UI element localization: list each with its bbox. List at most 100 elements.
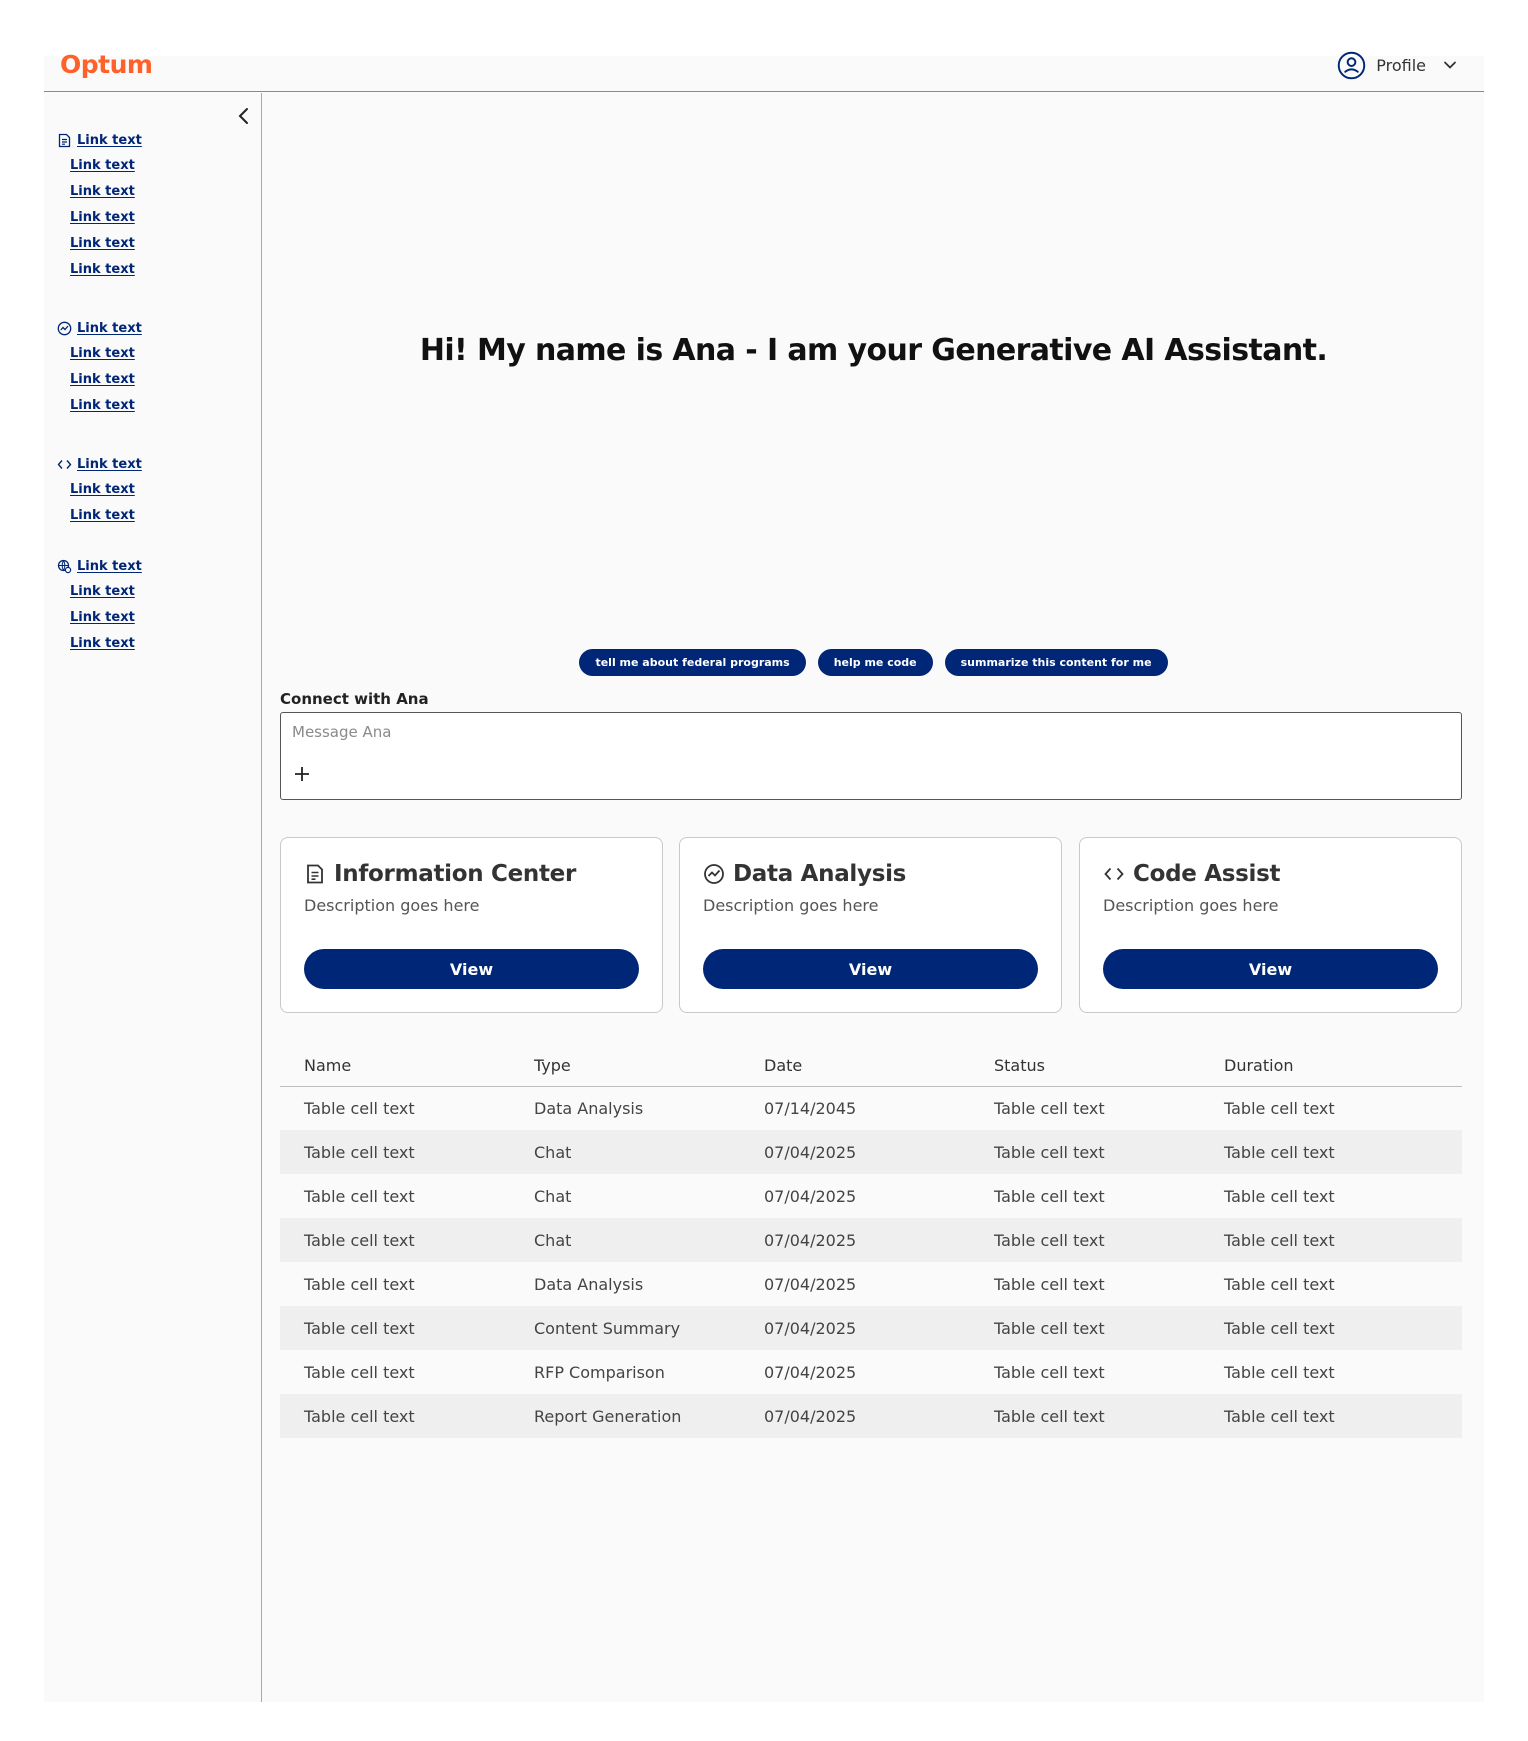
sidebar-group-link[interactable]: Link text [77,559,142,574]
table-row[interactable]: Table cell text Report Generation 07/04/… [280,1394,1462,1438]
table-cell: RFP Comparison [534,1362,665,1382]
table-cell: Table cell text [994,1274,1105,1294]
user-circle-icon [1338,51,1366,79]
message-input[interactable] [292,723,1442,741]
table-cell: Table cell text [280,1306,510,1350]
table-row[interactable]: Table cell text Data Analysis 07/04/2025… [280,1262,1462,1306]
card-description: Description goes here [703,896,879,915]
table-cell: Table cell text [280,1130,510,1174]
view-button[interactable]: View [1103,949,1438,989]
suggestion-chips: tell me about federal programs help me c… [263,649,1484,676]
card-title: Information Center [334,861,577,887]
sidebar-sublink[interactable]: Link text [70,372,135,387]
table-cell: Chat [534,1186,572,1206]
table-row[interactable]: Table cell text Chat 07/04/2025 Table ce… [280,1174,1462,1218]
table-cell: 07/14/2045 [764,1098,857,1118]
main-content: Hi! My name is Ana - I am your Generativ… [263,93,1484,1702]
code-icon [1104,867,1124,881]
message-box [280,712,1462,800]
table-row[interactable]: Table cell text Content Summary 07/04/20… [280,1306,1462,1350]
card-title: Data Analysis [733,861,907,887]
suggestion-chip[interactable]: help me code [817,649,933,676]
table-row[interactable]: Table cell text RFP Comparison 07/04/202… [280,1350,1462,1394]
sidebar-group-link[interactable]: Link text [77,457,142,472]
sidebar-sublink[interactable]: Link text [70,584,135,599]
sidebar-sublink[interactable]: Link text [70,210,135,225]
table-cell: Table cell text [1200,1130,1462,1174]
table-cell: Content Summary [510,1306,740,1350]
table-cell: Table cell text [970,1306,1200,1350]
column-header-date[interactable]: Date [740,1045,970,1087]
hero-title: Hi! My name is Ana - I am your Generativ… [419,333,1328,368]
plus-icon[interactable] [293,765,311,783]
table-cell: 07/04/2025 [740,1394,970,1438]
sidebar-sublink[interactable]: Link text [70,610,135,625]
column-header-duration[interactable]: Duration [1200,1045,1462,1087]
view-button[interactable]: View [703,949,1038,989]
table-cell: Table cell text [994,1098,1105,1118]
table-cell: 07/04/2025 [740,1218,970,1262]
table-cell: Data Analysis [534,1274,644,1294]
search-globe-icon [57,559,72,573]
sidebar-sublink[interactable]: Link text [70,482,135,497]
sidebar-sublink[interactable]: Link text [70,184,135,199]
connect-label: Connect with Ana [280,690,429,708]
table-cell: Table cell text [304,1186,415,1206]
sidebar-group-link[interactable]: Link text [77,321,142,336]
table-cell: Table cell text [304,1362,415,1382]
code-icon [57,459,72,469]
chevron-left-icon[interactable] [235,106,253,126]
column-header-status[interactable]: Status [970,1045,1200,1087]
sidebar-sublink[interactable]: Link text [70,346,135,361]
table-cell: Report Generation [510,1394,740,1438]
sidebar-group-1: Link text Link text Link text Link text … [57,129,142,281]
sidebar-sublink[interactable]: Link text [70,236,135,251]
chart-icon [704,864,724,884]
column-header-name[interactable]: Name [280,1045,510,1087]
table-cell: 07/04/2025 [764,1362,857,1382]
column-header-type[interactable]: Type [510,1045,740,1087]
sidebar-group-link[interactable]: Link text [77,133,142,148]
table-cell: Chat [510,1130,740,1174]
table-cell: Table cell text [994,1186,1105,1206]
table-header-row: Name Type Date Status Duration [280,1045,1462,1087]
table-cell: 07/04/2025 [740,1306,970,1350]
table-cell: 07/04/2025 [764,1186,857,1206]
sidebar-sublink[interactable]: Link text [70,262,135,277]
document-icon [307,864,323,884]
table-cell: 07/04/2025 [764,1274,857,1294]
sidebar-sublink[interactable]: Link text [70,158,135,173]
app-frame: Optum Profile Link text Link text Link t… [44,50,1484,1702]
table-cell: Data Analysis [534,1098,644,1118]
card-data-analysis: Data Analysis Description goes here View [679,837,1062,1013]
table-cell: Chat [510,1218,740,1262]
table-cell: Table cell text [1200,1306,1462,1350]
card-description: Description goes here [304,896,480,915]
table-cell: Table cell text [280,1394,510,1438]
suggestion-chip[interactable]: summarize this content for me [944,649,1168,676]
profile-menu-button[interactable]: Profile [1337,50,1458,80]
sidebar-sublink[interactable]: Link text [70,636,135,651]
card-title: Code Assist [1133,861,1281,887]
table-cell: Table cell text [1224,1274,1335,1294]
table-row[interactable]: Table cell text Chat 07/04/2025 Table ce… [280,1218,1462,1262]
suggestion-chip[interactable]: tell me about federal programs [579,649,806,676]
table-row[interactable]: Table cell text Chat 07/04/2025 Table ce… [280,1130,1462,1174]
sidebar-group-4: Link text Link text Link text Link text [57,555,142,655]
table-cell: Table cell text [304,1274,415,1294]
optum-logo[interactable]: Optum [60,50,153,79]
table-cell: Table cell text [994,1362,1105,1382]
table-row[interactable]: Table cell text Data Analysis 07/14/2045… [280,1086,1462,1130]
chart-icon [57,321,72,335]
profile-label: Profile [1376,55,1426,75]
sidebar: Link text Link text Link text Link text … [44,93,262,1702]
top-header: Optum Profile [44,50,1484,92]
table-cell: Table cell text [304,1098,415,1118]
table-cell: Table cell text [970,1130,1200,1174]
sidebar-sublink[interactable]: Link text [70,398,135,413]
sidebar-sublink[interactable]: Link text [70,508,135,523]
table-cell: 07/04/2025 [740,1130,970,1174]
table-cell: Table cell text [1200,1218,1462,1262]
view-button[interactable]: View [304,949,639,989]
feature-cards: Information Center Description goes here… [280,837,1462,1013]
